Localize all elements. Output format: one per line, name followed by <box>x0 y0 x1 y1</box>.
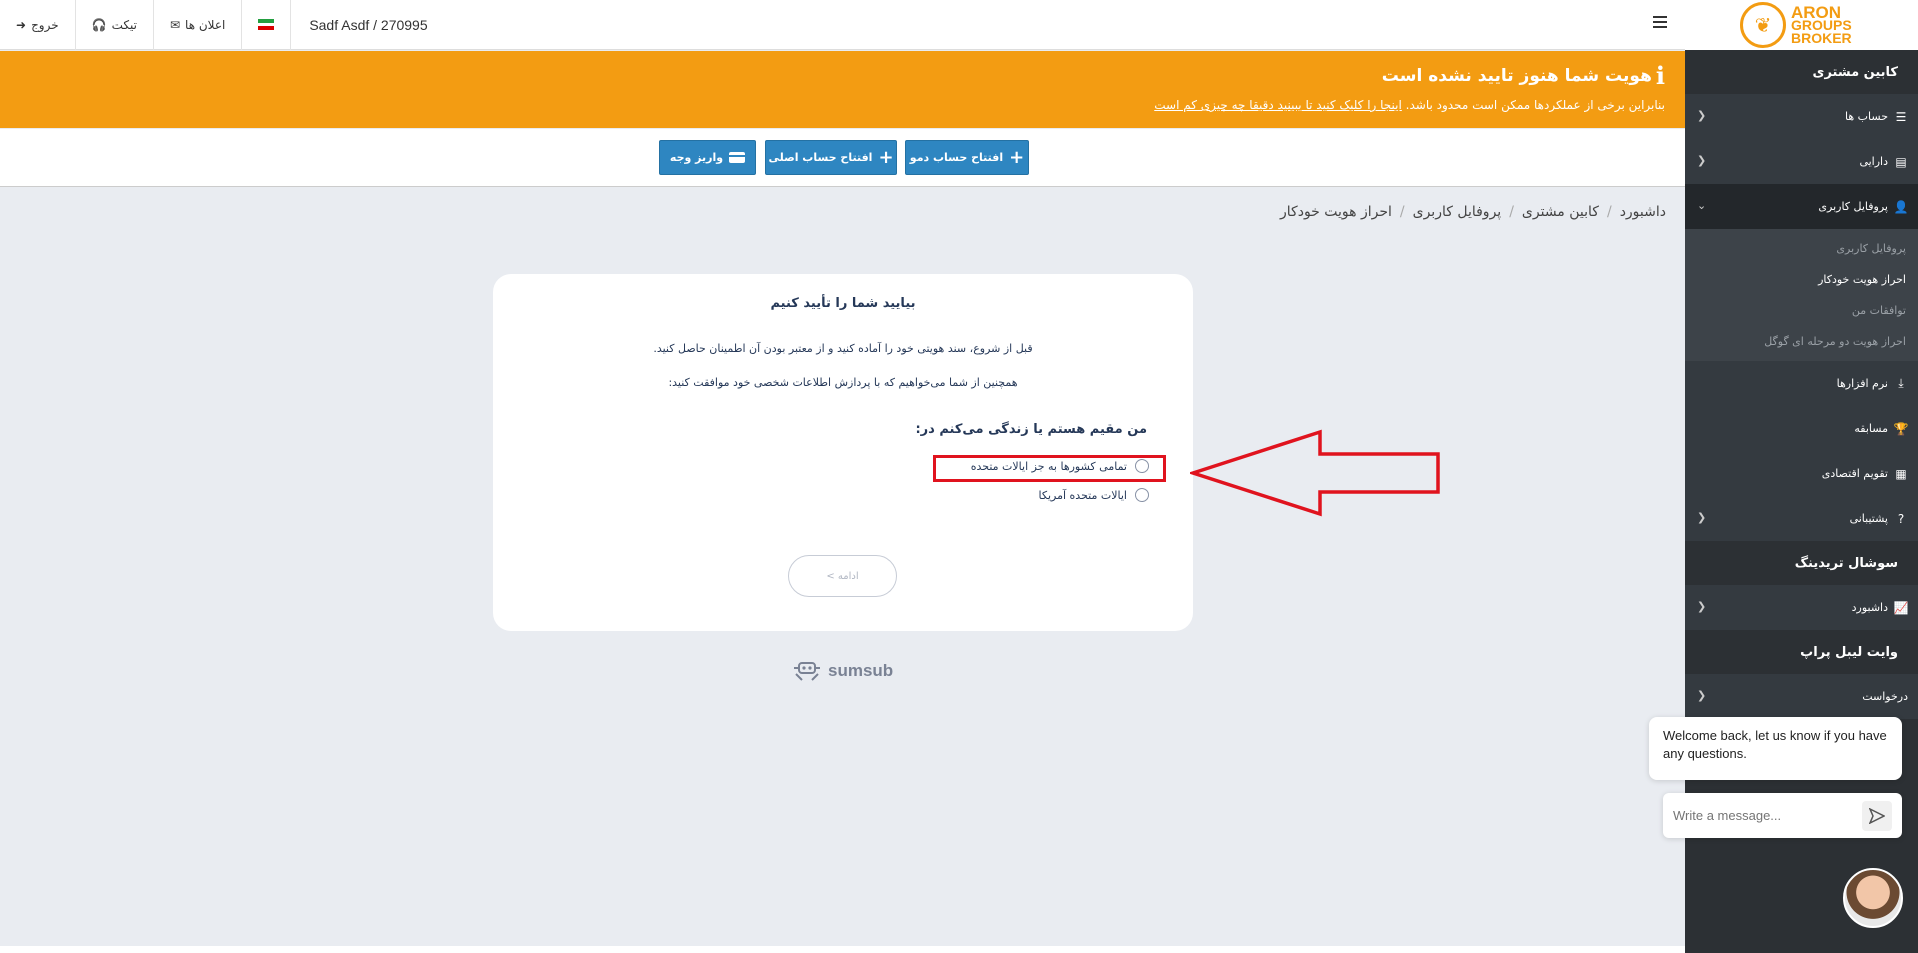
section-white-label: وایت لیبل پراپ <box>1800 644 1898 660</box>
sidebar-item-accounts[interactable]: ☰ حساب ها ❮ <box>1685 94 1918 139</box>
sidebar-item-profile[interactable]: 👤 پروفایل کاربری ⌄ <box>1685 184 1918 229</box>
profile-submenu: پروفایل کاربری احراز هویت خودکار توافقات… <box>1685 229 1918 361</box>
sidebar-item-assets[interactable]: ▤ دارایی ❮ <box>1685 139 1918 184</box>
sidebar-item-support[interactable]: ? پشتیبانی ❮ <box>1685 496 1918 541</box>
envelope-icon: ✉ <box>169 17 181 32</box>
deposit-button[interactable]: واریز وجه <box>659 140 756 175</box>
logout-link[interactable]: ➜ خروج <box>0 0 76 50</box>
radio-button[interactable] <box>1135 488 1149 502</box>
banner-link[interactable]: اینجا را کلیک کنید تا ببینید دقیقا چه چی… <box>1154 98 1402 112</box>
menu-toggle-icon[interactable] <box>1653 16 1667 31</box>
annotation-arrow <box>1190 429 1440 517</box>
open-real-account-button[interactable]: + افتتاح حساب اصلی <box>765 140 897 175</box>
plus-icon: + <box>878 146 894 168</box>
footer-strip <box>0 946 1685 953</box>
sidebar-item-software[interactable]: ⤓ نرم افزارها <box>1685 361 1918 406</box>
ticket-link[interactable]: 🎧 تیکت <box>76 0 154 50</box>
verification-consent: همچنین از شما می‌خواهیم که با پردازش اطل… <box>668 376 1018 389</box>
residence-question: من مقیم هستم یا زندگی می‌کنم در: <box>915 422 1147 437</box>
chevron-left-icon: ❮ <box>1697 689 1707 702</box>
sidebar-subitem-kyc[interactable]: احراز هویت خودکار <box>1685 264 1918 295</box>
continue-button[interactable]: ادامه > <box>788 555 897 597</box>
verification-card: بیایید شما را تأیید کنیم قبل از شروع، سن… <box>493 274 1193 631</box>
iran-flag-icon <box>258 19 275 31</box>
send-button[interactable] <box>1862 800 1892 831</box>
user-name: Sadf Asdf / 270995 <box>309 16 428 33</box>
sumsub-logo: sumsub <box>792 660 893 682</box>
logo-text: BROKER <box>1791 29 1852 46</box>
credit-card-icon <box>729 152 746 163</box>
action-toolbar: + افتتاح حساب دمو + افتتاح حساب اصلی وار… <box>0 129 1685 187</box>
send-icon <box>1869 807 1885 824</box>
chevron-down-icon: ⌄ <box>1697 199 1707 212</box>
list-icon: ☰ <box>1895 109 1907 124</box>
logo-area: ❦ ARON GROUPS BROKER <box>1685 0 1918 50</box>
breadcrumb-item[interactable]: کابین مشتری <box>1522 204 1599 220</box>
chat-message-input[interactable] <box>1673 808 1862 823</box>
headset-icon: 🎧 <box>91 17 107 32</box>
info-icon: i <box>1655 61 1665 90</box>
chevron-left-icon: ❮ <box>1697 109 1707 122</box>
sidebar-subitem-agreements[interactable]: توافقات من <box>1685 295 1918 326</box>
trophy-icon: 🏆 <box>1893 421 1909 436</box>
breadcrumb-item[interactable]: داشبورد <box>1620 204 1666 220</box>
sidebar-item-contest[interactable]: 🏆 مسابقه <box>1685 406 1918 451</box>
chat-agent-avatar[interactable] <box>1843 868 1903 928</box>
logout-icon: ➜ <box>16 17 27 32</box>
banner-title: هویت شما هنوز تایید نشده است <box>1381 65 1652 86</box>
download-icon: ⤓ <box>1898 376 1904 390</box>
highlight-box <box>933 455 1166 482</box>
language-flag[interactable] <box>242 0 292 50</box>
verification-instructions: قبل از شروع، سند هویتی خود را آماده کنید… <box>653 342 1033 355</box>
verification-banner: i هویت شما هنوز تایید نشده است بنابراین … <box>0 51 1685 128</box>
chevron-left-icon: ❮ <box>1697 600 1707 613</box>
wallet-icon: ▤ <box>1895 154 1907 169</box>
question-icon: ? <box>1897 511 1905 526</box>
breadcrumb: داشبورد / کابین مشتری / پروفایل کاربری /… <box>1280 204 1666 220</box>
chevron-left-icon: ❮ <box>1697 511 1707 524</box>
top-bar: ➜ خروج 🎧 تیکت ✉ اعلان ها Sadf Asdf / 270… <box>0 0 1685 50</box>
section-social-trading: سوشال تریدینگ <box>1794 555 1898 571</box>
chart-icon: 📈 <box>1893 600 1909 615</box>
sidebar-subitem-profile[interactable]: پروفایل کاربری <box>1685 233 1918 264</box>
plus-icon: + <box>1009 146 1025 168</box>
open-demo-account-button[interactable]: + افتتاح حساب دمو <box>905 140 1029 175</box>
sidebar-item-calendar[interactable]: ▦ تقویم اقتصادی <box>1685 451 1918 496</box>
sidebar-subitem-2fa[interactable]: احراز هویت دو مرحله ای گوگل <box>1685 326 1918 357</box>
chevron-left-icon: ❮ <box>1697 154 1707 167</box>
chat-welcome-message: Welcome back, let us know if you have an… <box>1649 717 1902 780</box>
chat-input-box <box>1663 793 1902 838</box>
breadcrumb-item-current: احراز هویت خودکار <box>1280 204 1392 220</box>
aron-logo-icon: ❦ <box>1740 2 1786 48</box>
calendar-icon: ▦ <box>1895 466 1907 481</box>
sidebar-item-request[interactable]: درخواست ❮ <box>1685 674 1918 719</box>
banner-text: بنابراین برخی از عملکردها ممکن است محدود… <box>1405 98 1665 112</box>
verification-title: بیایید شما را تأیید کنیم <box>770 296 916 311</box>
breadcrumb-item[interactable]: پروفایل کاربری <box>1413 204 1502 220</box>
sumsub-robot-icon <box>794 662 820 681</box>
user-icon: 👤 <box>1893 199 1909 214</box>
section-client-cabin: کابین مشتری <box>1812 64 1898 80</box>
residence-option-usa[interactable]: ایالات متحده آمریکا <box>1039 488 1149 502</box>
announcements-link[interactable]: ✉ اعلان ها <box>154 0 243 50</box>
sidebar-item-dashboard[interactable]: 📈 داشبورد ❮ <box>1685 585 1918 630</box>
